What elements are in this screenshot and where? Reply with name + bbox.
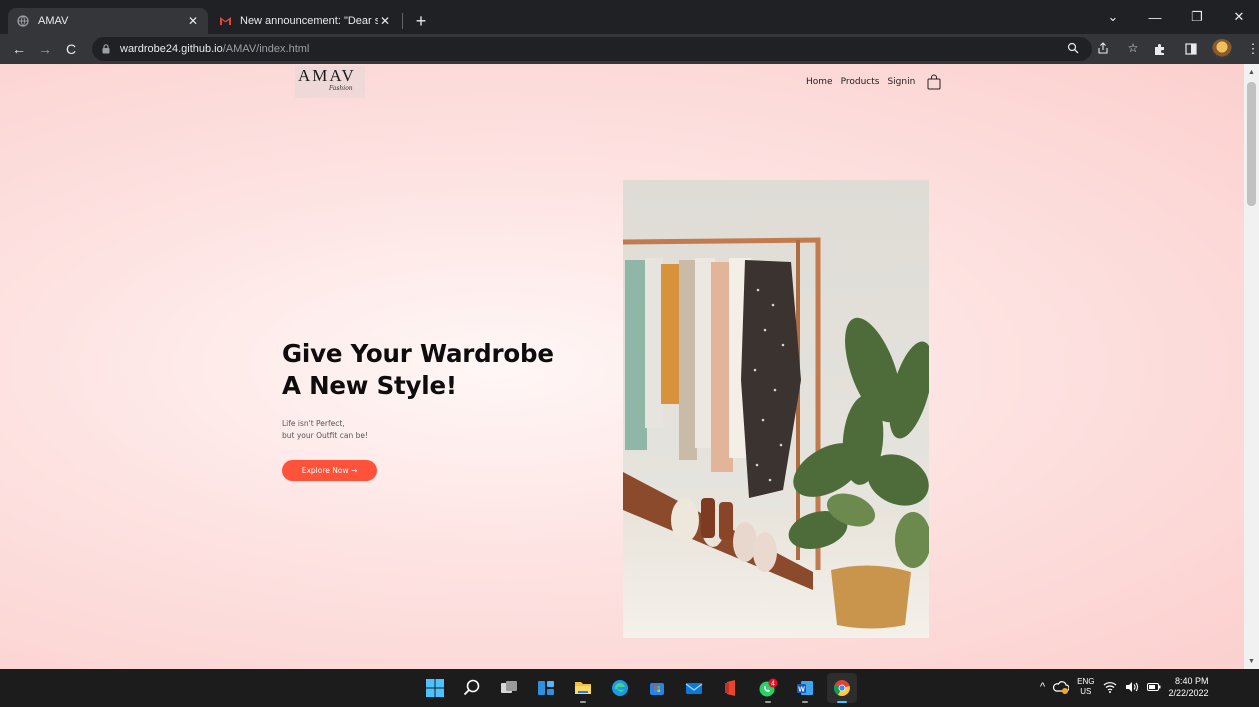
url-host: wardrobe24.github.io	[120, 43, 223, 55]
scroll-down-arrow-icon[interactable]: ▼	[1244, 655, 1259, 667]
tab-amav[interactable]: AMAV ✕	[8, 8, 208, 34]
word-icon[interactable]: W	[790, 673, 820, 703]
running-indicator	[837, 701, 847, 703]
wifi-icon[interactable]	[1103, 681, 1117, 693]
toolbar-right: ⋮	[1148, 38, 1259, 60]
start-windows-icon[interactable]	[420, 673, 450, 703]
forward-icon[interactable]: →	[34, 38, 56, 60]
hero-subtitle: Life isn't Perfect, but your Outfit can …	[282, 418, 482, 442]
volume-icon[interactable]	[1125, 681, 1139, 693]
running-indicator	[765, 701, 771, 703]
close-icon[interactable]: ✕	[186, 14, 200, 28]
language-indicator[interactable]: ENG US	[1077, 677, 1094, 697]
taskbar: 4 W ^ ENG US 8:40 PM 2/22/2022	[0, 669, 1259, 707]
logo-subtext: Fashion	[329, 85, 353, 92]
tab-search-icon[interactable]: ⌄	[1099, 4, 1127, 30]
taskbar-apps: 4 W	[420, 673, 857, 703]
close-window-button[interactable]: ✕	[1225, 4, 1253, 30]
clock[interactable]: 8:40 PM 2/22/2022	[1169, 675, 1209, 699]
language-code: ENG	[1077, 677, 1095, 686]
tab-strip: AMAV ✕ New announcement: "Dear stude ✕ +…	[0, 0, 1259, 34]
running-indicator	[802, 701, 808, 703]
office-icon[interactable]	[716, 673, 746, 703]
lock-icon	[102, 44, 112, 54]
clock-date: 2/22/2022	[1168, 688, 1209, 698]
nav-signin[interactable]: Signin	[887, 77, 915, 87]
hero-title: Give Your Wardrobe A New Style!	[282, 338, 602, 402]
site-logo[interactable]: AMAV Fashion	[295, 66, 365, 98]
system-tray: ^ ENG US 8:40 PM 2/22/2022	[1040, 675, 1209, 699]
page-viewport: AMAV Fashion Home Products Signin Give Y…	[0, 64, 1244, 669]
widgets-icon[interactable]	[531, 673, 561, 703]
share-icon[interactable]	[1094, 39, 1112, 57]
search-icon[interactable]	[457, 673, 487, 703]
menu-kebab-icon[interactable]: ⋮	[1242, 38, 1259, 60]
edge-icon[interactable]	[605, 673, 635, 703]
nav-home[interactable]: Home	[806, 77, 833, 87]
address-bar[interactable]: wardrobe24.github.io/AMAV/index.html	[92, 37, 1092, 61]
mail-icon[interactable]	[679, 673, 709, 703]
new-tab-button[interactable]: +	[410, 10, 432, 32]
restore-button[interactable]: ❐	[1183, 4, 1211, 30]
hero-title-line1: Give Your Wardrobe	[282, 339, 554, 368]
site-nav: Home Products Signin	[806, 74, 941, 90]
nav-products[interactable]: Products	[841, 77, 880, 87]
gmail-icon	[218, 14, 232, 28]
url-path: /AMAV/index.html	[222, 43, 310, 55]
microsoft-store-icon[interactable]	[642, 673, 672, 703]
whatsapp-icon[interactable]: 4	[753, 673, 783, 703]
chrome-icon[interactable]	[827, 673, 857, 703]
minimize-button[interactable]: —	[1141, 4, 1169, 30]
svg-text:W: W	[798, 687, 805, 694]
globe-icon	[16, 14, 30, 28]
logo-text: AMAV	[298, 66, 356, 85]
task-view-icon[interactable]	[494, 673, 524, 703]
vertical-scrollbar[interactable]: ▲ ▼	[1244, 64, 1259, 669]
back-icon[interactable]: ←	[8, 38, 30, 60]
tab-divider	[402, 13, 403, 29]
window-controls: ⌄ — ❐ ✕	[1099, 4, 1253, 30]
scroll-up-arrow-icon[interactable]: ▲	[1244, 66, 1259, 78]
close-icon[interactable]: ✕	[378, 14, 392, 28]
hero-image-clothing-rack	[623, 180, 929, 638]
show-hidden-icons-chevron-icon[interactable]: ^	[1040, 681, 1045, 693]
side-panel-icon[interactable]	[1180, 38, 1202, 60]
tab-title: New announcement: "Dear stude	[240, 15, 378, 27]
extensions-icon[interactable]	[1148, 38, 1170, 60]
browser-toolbar: ← → C wardrobe24.github.io/AMAV/index.ht…	[0, 34, 1259, 64]
hero-subtitle-line2: but your Outfit can be!	[282, 431, 368, 440]
scroll-thumb[interactable]	[1247, 82, 1256, 206]
reload-icon[interactable]: C	[60, 38, 82, 60]
profile-avatar[interactable]	[1212, 39, 1232, 59]
tab-gmail[interactable]: New announcement: "Dear stude ✕	[210, 8, 400, 34]
onedrive-sync-icon[interactable]	[1053, 680, 1070, 694]
hero-subtitle-line1: Life isn't Perfect,	[282, 419, 345, 428]
keyboard-layout: US	[1080, 687, 1092, 696]
zoom-icon[interactable]	[1064, 39, 1082, 57]
running-indicator	[580, 701, 586, 703]
omnibox-actions: ☆	[1064, 39, 1142, 57]
battery-icon[interactable]	[1146, 682, 1161, 692]
hero-title-line2: A New Style!	[282, 371, 457, 400]
tab-title: AMAV	[38, 15, 69, 27]
explore-now-button[interactable]: Explore Now →	[282, 460, 377, 481]
shopping-bag-icon[interactable]	[927, 74, 941, 90]
file-explorer-icon[interactable]	[568, 673, 598, 703]
whatsapp-badge: 4	[771, 681, 775, 688]
bookmark-star-icon[interactable]: ☆	[1124, 39, 1142, 57]
clock-time: 8:40 PM	[1175, 676, 1209, 686]
